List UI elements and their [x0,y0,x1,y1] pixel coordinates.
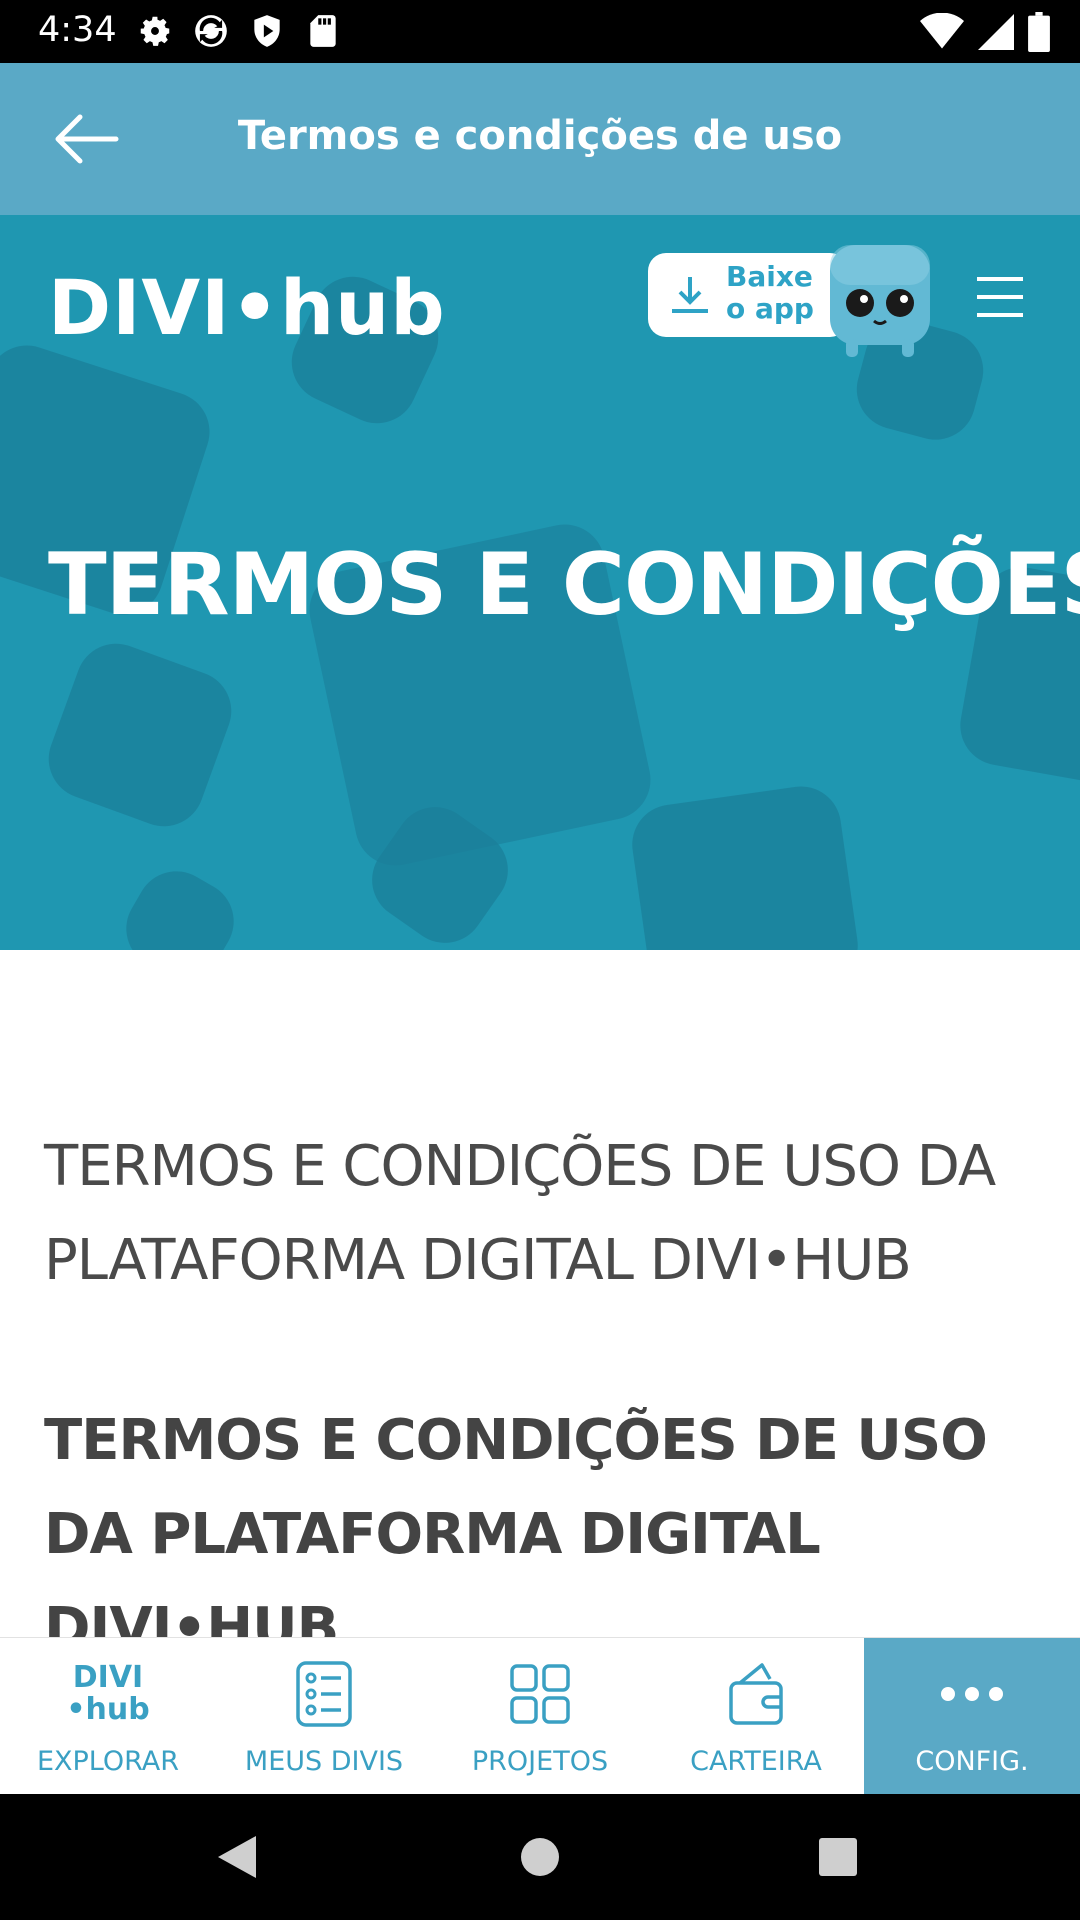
nav-label: CONFIG. [915,1746,1029,1777]
terms-content: TERMOS E CONDIÇÕES DE USO DA PLATAFORMA … [44,1120,1044,1676]
nav-projetos[interactable]: PROJETOS [432,1638,648,1795]
wallet-icon [648,1658,864,1730]
terms-subheading: TERMOS E CONDIÇÕES DE USO DA PLATAFORMA … [44,1408,988,1661]
download-icon [668,275,712,319]
settings-icon [136,12,174,50]
system-home-button[interactable] [519,1834,561,1884]
download-app-label: Baixe o app [726,260,814,325]
grid-icon [432,1658,648,1730]
nav-carteira[interactable]: CARTEIRA [648,1638,864,1795]
mascot-robot-icon [824,239,936,361]
sync-app-icon [192,12,230,50]
nav-meus-divis[interactable]: MEUS DIVIS [216,1638,432,1795]
hamburger-icon [977,277,1023,317]
sd-card-icon [304,12,342,50]
bottom-navigation: DIVI •hub EXPLORAR MEUS DIVIS PROJETOS C… [0,1637,1080,1795]
terms-heading: TERMOS E CONDIÇÕES DE USO DA PLATAFORMA … [44,1134,996,1293]
battery-icon [1028,12,1050,56]
wifi-icon [920,12,964,55]
download-app-button[interactable]: Baixe o app [648,253,848,337]
shield-play-icon [248,12,286,50]
system-back-button[interactable] [216,1834,258,1884]
signal-icon [978,13,1014,55]
hamburger-menu-button[interactable] [975,275,1025,319]
notification-icons [136,12,342,50]
divi-hub-logo-icon: DIVI •hub [66,1660,150,1727]
nav-label: CARTEIRA [690,1746,822,1777]
status-time: 4:34 [38,10,117,50]
app-bar: Termos e condições de uso [0,63,1080,215]
list-icon [216,1658,432,1730]
decorative-cube [111,856,249,950]
nav-config[interactable]: CONFIG. [864,1638,1080,1795]
divi-hub-logo[interactable]: DIVI•hub [48,263,446,352]
status-bar: 4:34 [0,0,1080,63]
nav-label: PROJETOS [471,1746,609,1777]
system-navigation-bar [0,1794,1080,1920]
decorative-cube [37,632,243,838]
more-icon [864,1658,1080,1730]
hero-banner: DIVI•hub Baixe o app TERMOS E CONDIÇÕES [0,215,1080,950]
system-status-icons [920,12,1050,56]
page-title: Termos e condições de uso [237,113,843,159]
nav-explorar[interactable]: DIVI •hub EXPLORAR [0,1638,216,1795]
square-recents-icon [819,1838,857,1876]
nav-label: MEUS DIVIS [244,1746,404,1777]
system-recents-button[interactable] [817,1834,859,1884]
nav-label: EXPLORAR [36,1746,180,1777]
circle-home-icon [521,1838,559,1876]
hero-title: TERMOS E CONDIÇÕES [48,535,1080,635]
triangle-back-icon [218,1836,256,1878]
decorative-cube [627,781,863,950]
